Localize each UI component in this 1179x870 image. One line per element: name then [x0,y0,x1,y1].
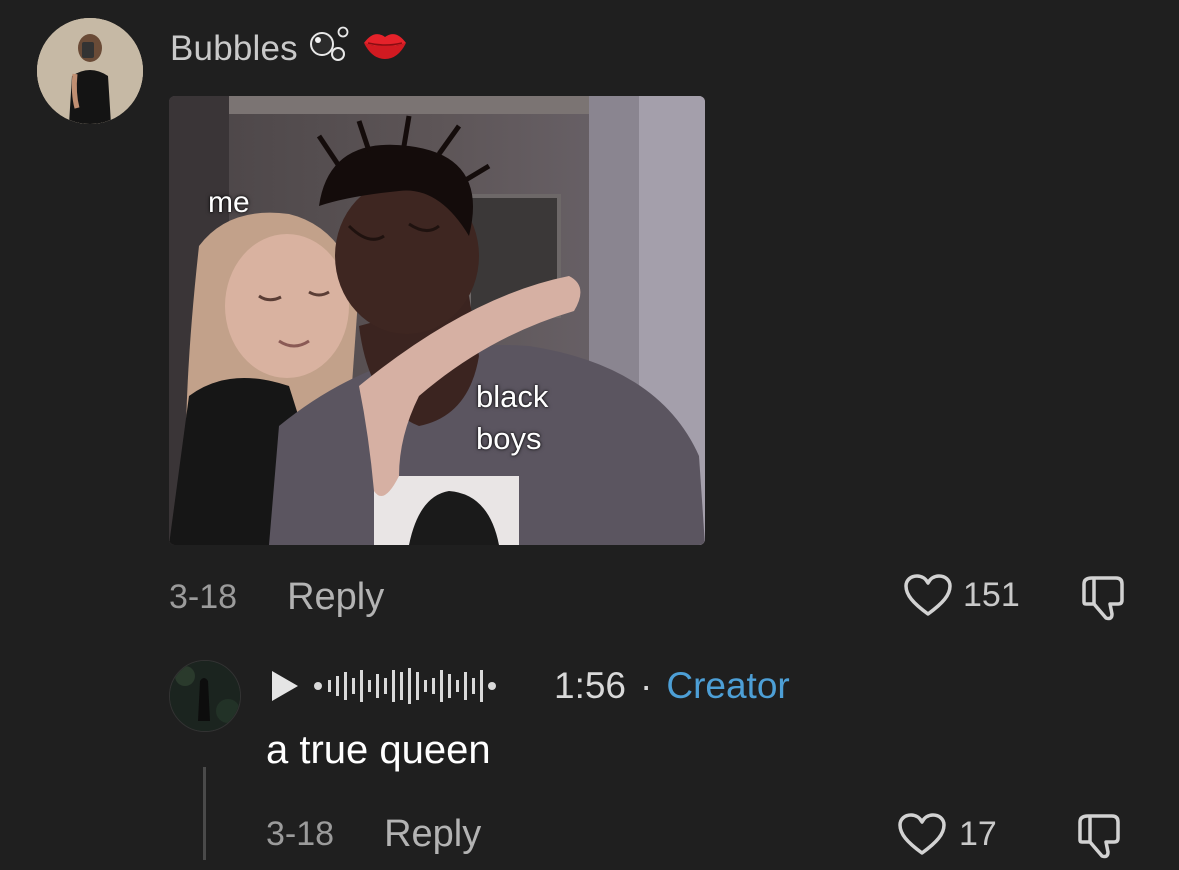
like-count: 151 [963,575,1020,614]
heart-icon [898,813,946,855]
meme-caption-line: boys [476,421,542,456]
comment-thread: Bubbles me black boys 3-18 Reply 151 1:5… [0,0,1179,870]
reply-button[interactable]: Reply [384,813,481,856]
avatar[interactable] [37,18,143,124]
voice-note[interactable]: 1:56 · Creator [270,663,790,709]
username-text: Bubbles [170,28,298,68]
heart-icon [904,574,952,616]
reply-button[interactable]: Reply [287,576,384,619]
dislike-button[interactable] [1076,812,1128,865]
thumbs-down-icon [1082,576,1124,621]
avatar[interactable] [169,660,241,732]
creator-badge: Creator [666,665,790,706]
comment-meta: 3-18 Reply [169,572,384,622]
reply-meta: 3-18 Reply [266,810,481,858]
like-count: 17 [959,814,997,853]
comment-date: 3-18 [169,577,238,616]
waveform-icon [314,668,496,704]
thread-line [203,767,206,860]
voice-duration: 1:56 [554,665,627,706]
like-button[interactable]: 151 [903,573,1020,617]
reply-date: 3-18 [266,814,335,853]
username[interactable]: Bubbles [170,24,408,73]
play-icon[interactable] [270,669,300,703]
comment-image[interactable]: me black boys [169,96,705,545]
separator-dot: · [640,665,653,706]
meme-caption-me: me [208,186,250,219]
dislike-button[interactable] [1080,574,1132,627]
like-button[interactable]: 17 [897,812,997,856]
meme-caption-line: black [476,379,549,414]
meme-caption-black-boys: black boys [476,376,548,460]
thumbs-down-icon [1078,814,1120,859]
kiss-lips-emoji-icon [362,25,408,72]
bubbles-emoji-icon [308,24,352,73]
reply-comment-text: a true queen [266,728,491,772]
